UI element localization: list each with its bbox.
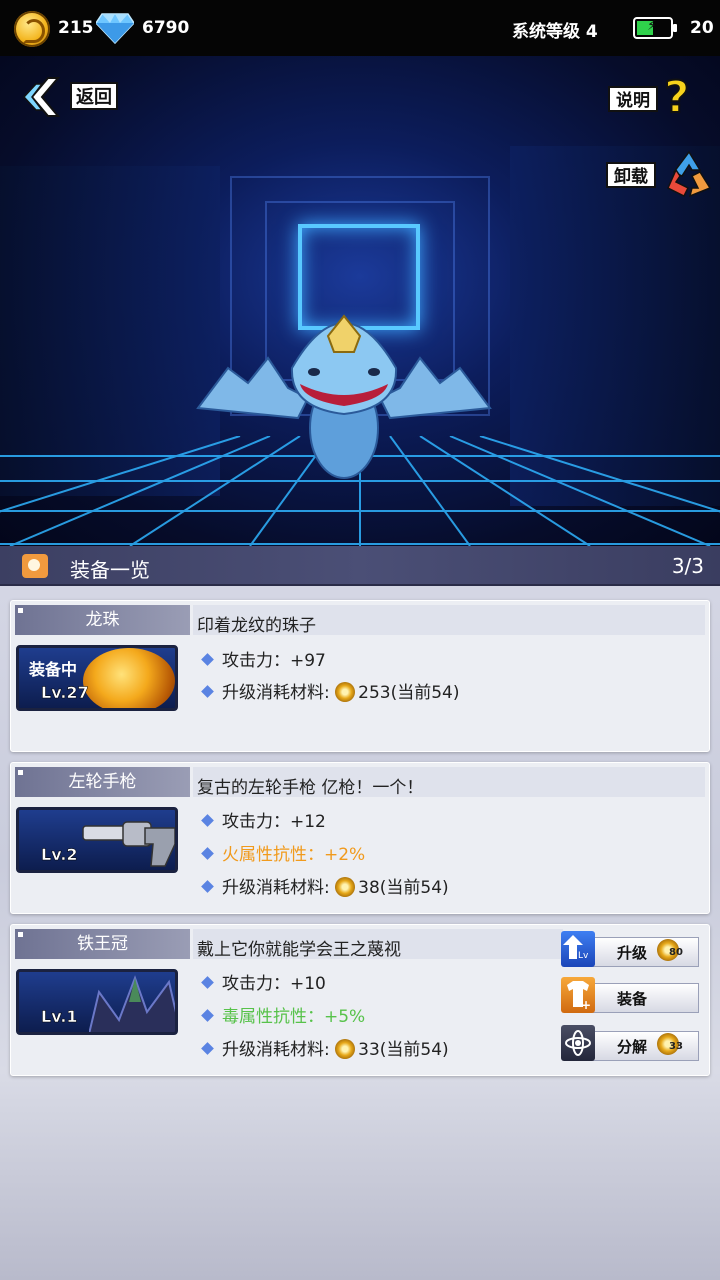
decompose-cost: 33 bbox=[669, 1041, 683, 1052]
bullet-diamond-icon bbox=[201, 685, 214, 698]
equipment-card-iron-crown[interactable]: 铁王冠 戴上它你就能学会王之蔑视 Lv.1 攻击力：+10 毒属性抗性：+5% … bbox=[10, 924, 710, 1076]
question-mark-icon: ? bbox=[663, 72, 690, 123]
equipment-name: 铁王冠 bbox=[15, 929, 190, 959]
unload-button[interactable]: 卸载 bbox=[606, 148, 718, 200]
equip-button[interactable]: + 装备 bbox=[561, 977, 701, 1015]
equipment-card-dragon-orb[interactable]: 龙珠 印着龙纹的珠子 装备中 Lv.27 攻击力：+97 升级消耗材料: 253… bbox=[10, 600, 710, 752]
bullet-diamond-icon bbox=[201, 847, 214, 860]
upgrade-cost: 80 bbox=[669, 947, 683, 958]
equip-label: 装备 bbox=[617, 990, 648, 1008]
upgrade-button[interactable]: Lv 升级 80 bbox=[561, 931, 701, 969]
gear-coin-icon bbox=[335, 877, 356, 897]
stat-fire-resist: 火属性抗性：+2% bbox=[201, 840, 365, 865]
battery-value: 20 bbox=[690, 18, 714, 38]
equipment-description: 印着龙纹的珠子 bbox=[197, 616, 316, 636]
bullet-diamond-icon bbox=[201, 880, 214, 893]
gem-count: 6790 bbox=[142, 18, 190, 38]
coin-count: 215 bbox=[58, 18, 94, 38]
equipment-level: Lv.27 bbox=[41, 683, 89, 703]
stat-upgrade-material: 升级消耗材料: 33(当前54) bbox=[201, 1035, 449, 1060]
equipment-description: 戴上它你就能学会王之蔑视 bbox=[197, 940, 401, 960]
system-level: 系统等级 4 bbox=[512, 22, 598, 42]
stat-upgrade-material: 升级消耗材料: 38(当前54) bbox=[201, 873, 449, 898]
equipment-icon bbox=[22, 554, 48, 578]
equipment-thumbnail[interactable]: 装备中 Lv.27 bbox=[16, 645, 178, 711]
gear-coin-icon bbox=[335, 1039, 356, 1059]
unload-label: 卸载 bbox=[606, 162, 656, 188]
equipment-thumbnail[interactable]: Lv.2 bbox=[16, 807, 178, 873]
help-label: 说明 bbox=[608, 86, 658, 112]
upgrade-arrow-icon: Lv bbox=[561, 931, 595, 967]
stat-attack: 攻击力：+12 bbox=[201, 807, 326, 832]
recycle-icon bbox=[667, 150, 712, 198]
equipment-name: 左轮手枪 bbox=[15, 767, 190, 797]
stat-poison-resist: 毒属性抗性：+5% bbox=[201, 1002, 365, 1027]
iron-crown-icon bbox=[89, 975, 175, 1032]
equipment-thumbnail[interactable]: Lv.1 bbox=[16, 969, 178, 1035]
decompose-button[interactable]: 分解 33 bbox=[561, 1025, 701, 1063]
equip-shirt-icon: + bbox=[561, 977, 595, 1013]
svg-text:+: + bbox=[581, 998, 591, 1012]
bullet-diamond-icon bbox=[201, 1042, 214, 1055]
stat-attack: 攻击力：+10 bbox=[201, 969, 326, 994]
equipment-name: 龙珠 bbox=[15, 605, 190, 635]
gold-coin-icon bbox=[14, 11, 50, 47]
equipment-list-header: 装备一览 3/3 bbox=[0, 546, 720, 586]
battery-icon: ⚡ bbox=[633, 17, 677, 39]
gear-coin-icon bbox=[335, 682, 356, 702]
equipment-level: Lv.2 bbox=[41, 845, 78, 865]
equipment-description: 复古的左轮手枪 亿枪！一个！ bbox=[197, 778, 424, 798]
bullet-diamond-icon bbox=[201, 976, 214, 989]
dragon-pet bbox=[196, 314, 492, 479]
diamond-icon bbox=[96, 13, 134, 44]
equipped-badge: 装备中 bbox=[29, 660, 78, 679]
equipment-scene: 返回 说明 ? 卸载 bbox=[0, 56, 720, 546]
decompose-atom-icon bbox=[561, 1025, 595, 1061]
decompose-label: 分解 bbox=[617, 1038, 648, 1056]
equipment-level: Lv.1 bbox=[41, 1007, 78, 1027]
help-button[interactable]: 说明 ? bbox=[608, 72, 708, 123]
upgrade-icon-sublabel: Lv bbox=[578, 951, 589, 961]
dragon-orb-icon bbox=[83, 648, 175, 708]
back-button[interactable]: 返回 bbox=[22, 76, 122, 118]
bullet-diamond-icon bbox=[201, 814, 214, 827]
equipment-card-revolver[interactable]: 左轮手枪 复古的左轮手枪 亿枪！一个！ Lv.2 攻击力：+12 火属性抗性：+… bbox=[10, 762, 710, 914]
section-title: 装备一览 bbox=[70, 558, 150, 582]
back-chevron-icon bbox=[22, 77, 61, 117]
revolver-icon bbox=[82, 821, 175, 867]
bullet-diamond-icon bbox=[201, 653, 214, 666]
bullet-diamond-icon bbox=[201, 1009, 214, 1022]
equipment-count: 3/3 bbox=[671, 554, 704, 578]
equipment-list: 龙珠 印着龙纹的珠子 装备中 Lv.27 攻击力：+97 升级消耗材料: 253… bbox=[0, 586, 720, 1280]
back-label: 返回 bbox=[70, 82, 118, 110]
stat-upgrade-material: 升级消耗材料: 253(当前54) bbox=[201, 678, 460, 703]
stat-attack: 攻击力：+97 bbox=[201, 646, 326, 671]
upgrade-label: 升级 bbox=[617, 944, 648, 962]
status-bar: 215 6790 系统等级 4 ⚡ 20 bbox=[0, 0, 720, 56]
